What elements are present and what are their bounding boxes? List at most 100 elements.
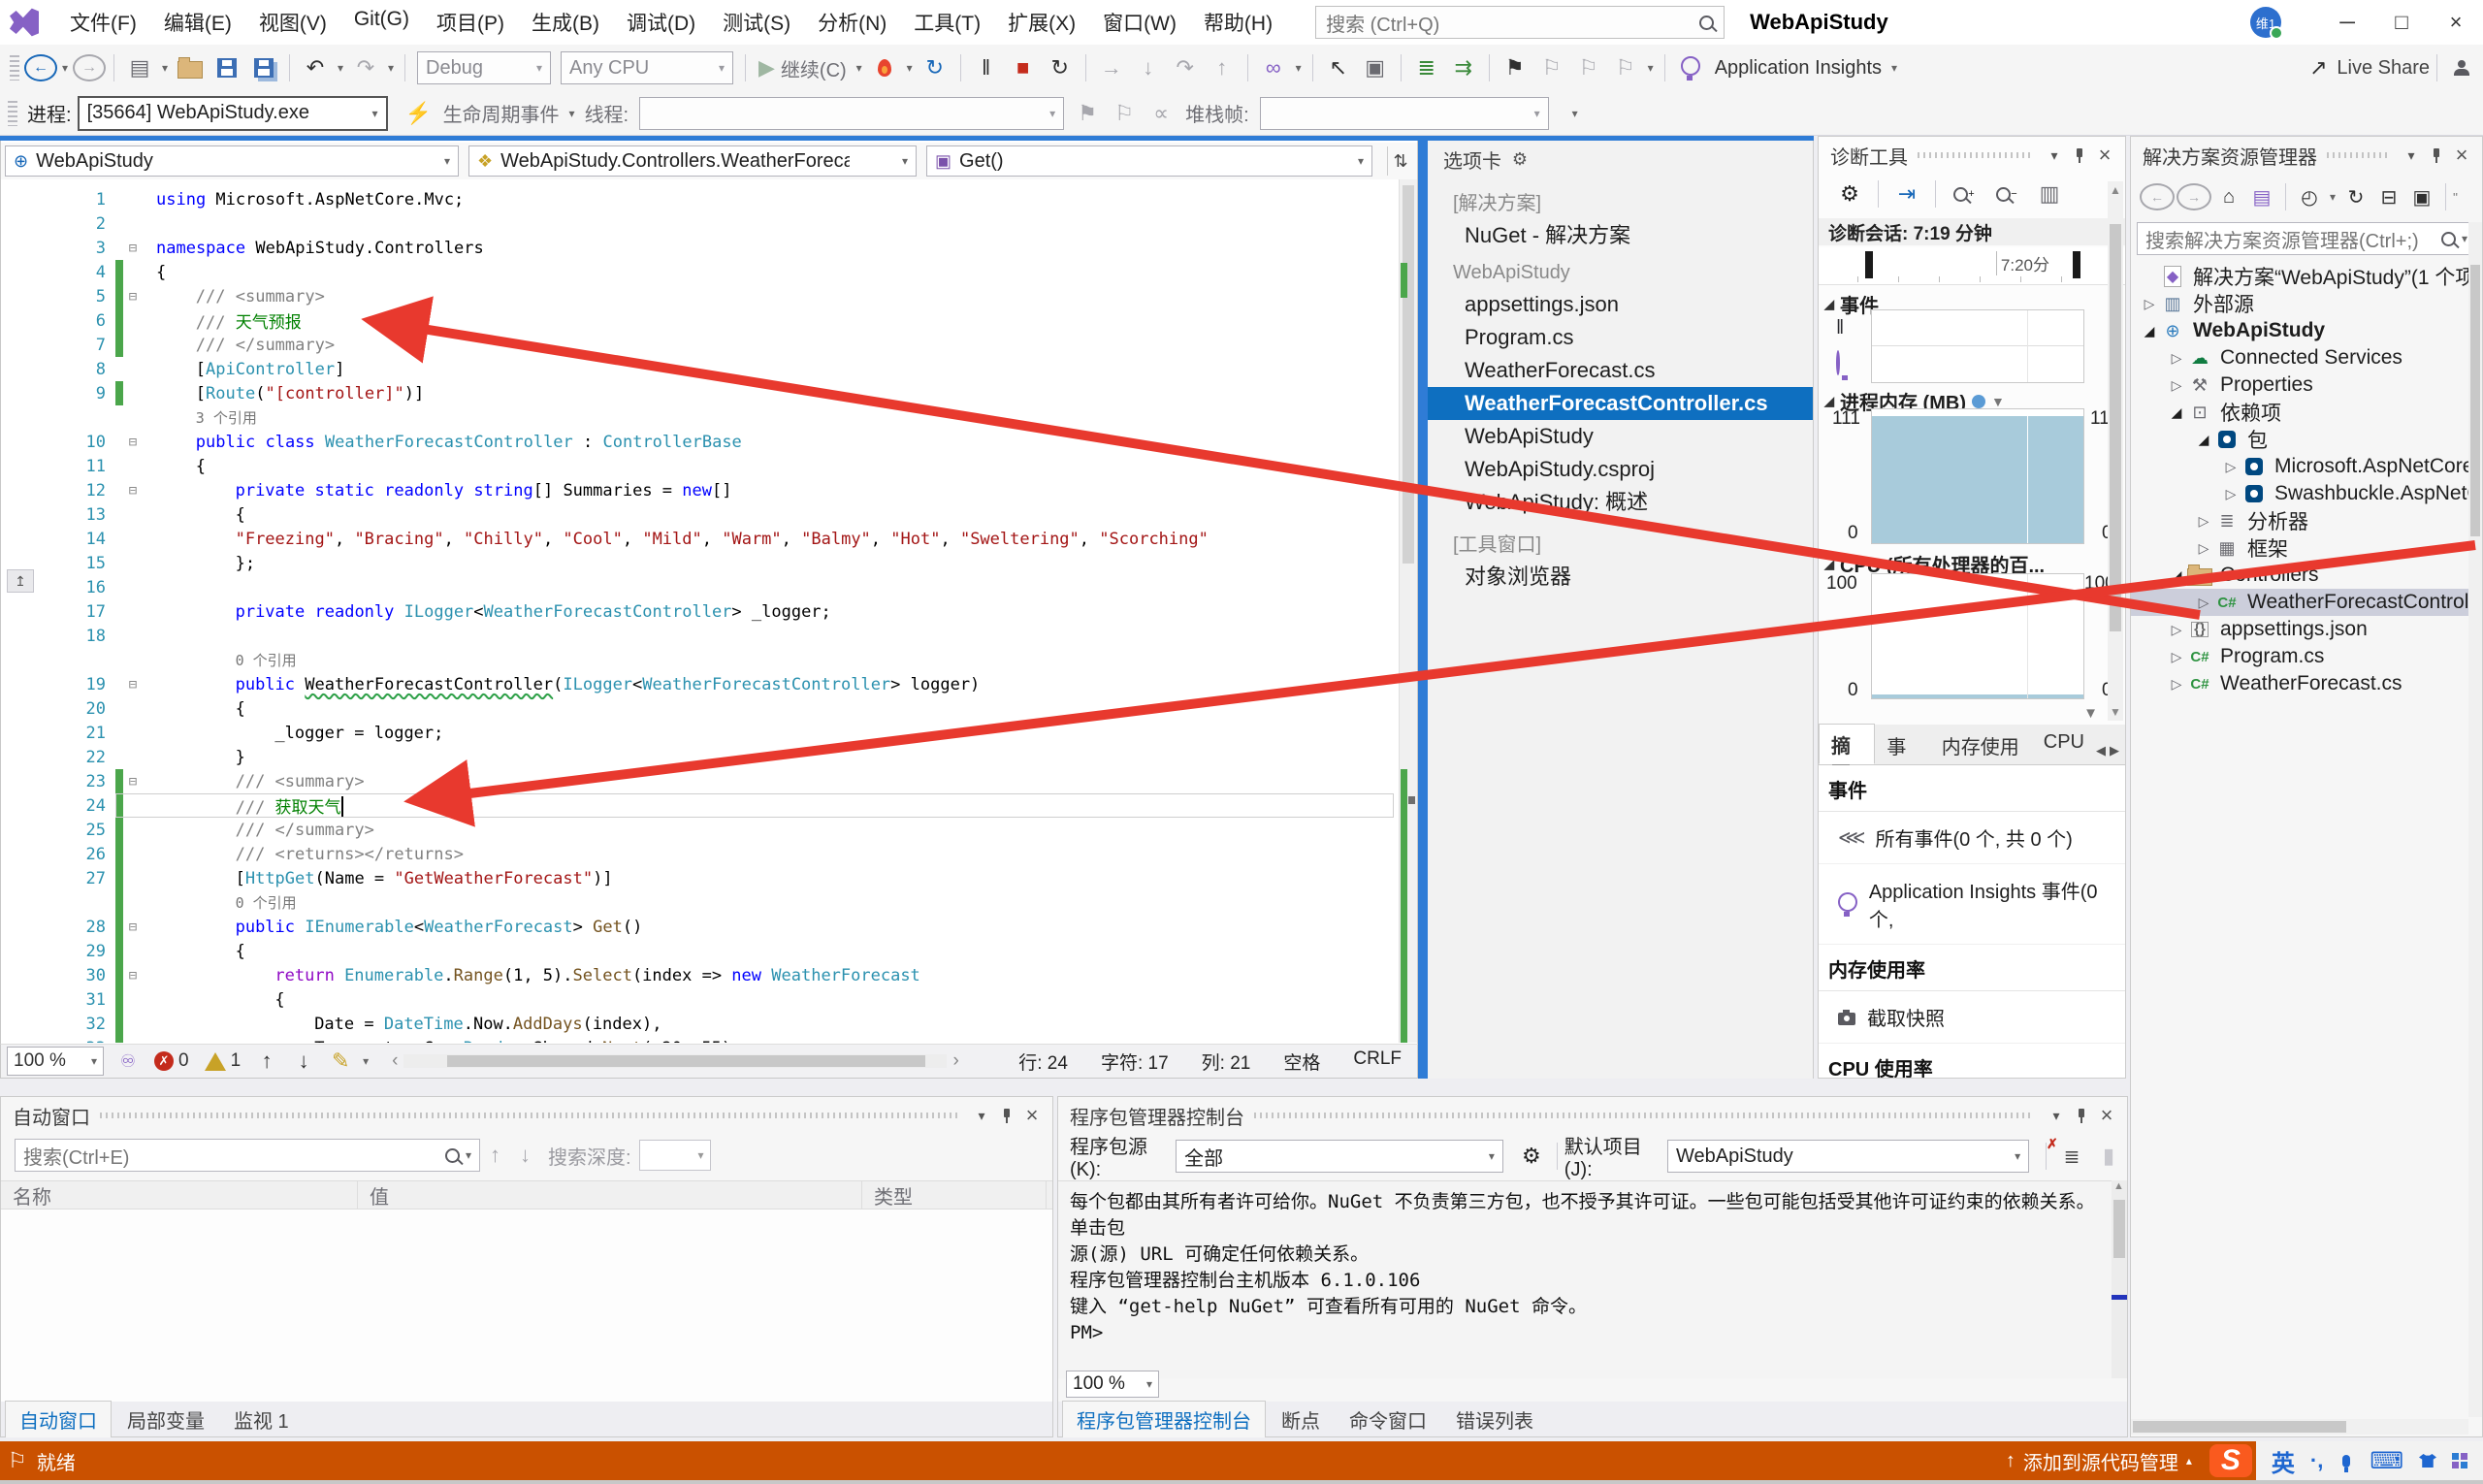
fold-marker[interactable]: ⊟ [123,435,143,450]
expand-closed-icon[interactable]: ▷ [2220,486,2241,502]
tree-item[interactable]: ▷ ⚒ Properties [2131,371,2468,399]
editor-horizontal-scrollbar[interactable] [403,1054,948,1068]
code-row[interactable]: 10 ⊟ public class WeatherForecastControlle… [1,430,1400,454]
codelens-row[interactable]: 3 个引用 [1,405,1400,430]
dropdown-icon[interactable]: ▾ [904,61,916,75]
document-tab[interactable]: WeatherForecastController.cs [1428,387,1813,420]
fold-marker[interactable]: ⊟ [123,483,143,499]
document-tab[interactable]: 对象浏览器 [1428,561,1813,594]
diagnostics-scrollbar[interactable]: ▲ ▼ [2108,181,2123,721]
dropdown-icon[interactable]: ▾ [1293,61,1305,75]
code-row[interactable]: 26 /// <returns></returns> [1,842,1400,866]
menu-item[interactable]: 文件(F) [56,8,150,37]
tree-item[interactable]: ◆ 解决方案“WebApiStudy”(1 个项目/共 [2131,263,2468,290]
format-selection-icon[interactable]: ⇉ [1446,51,1481,84]
fold-marker[interactable]: ⊟ [123,968,143,984]
step-into-icon[interactable]: ↓ [1131,51,1166,84]
code-row[interactable]: 13 { [1,502,1400,527]
stop-icon[interactable]: ■ [1006,51,1041,84]
pin-icon[interactable] [2067,143,2092,168]
code-row[interactable]: 14 "Freezing", "Bracing", "Chilly", "Cool… [1,527,1400,551]
code-row[interactable]: 6 /// 天气预报 [1,308,1400,333]
type-dropdown[interactable]: ❖ WebApiStudy.Controllers.WeatherForecas… [468,145,917,177]
tree-item[interactable]: ◢ Controllers [2131,562,2468,589]
code-row[interactable]: 23 ⊟ /// <summary> [1,769,1400,793]
search-down-icon[interactable]: ↓ [520,1143,531,1168]
expand-open-icon[interactable]: ◢ [2166,567,2187,584]
warning-count[interactable]: 1 [204,1050,241,1072]
navigate-back-icon[interactable]: ← [2140,183,2175,210]
quick-search-box[interactable]: 搜索 (Ctrl+Q) [1315,6,1725,39]
dropdown-icon[interactable]: ▾ [1888,61,1900,75]
summary-action-row[interactable]: 截取快照 [1819,991,2125,1044]
fold-marker[interactable]: ⊟ [123,919,143,935]
close-icon[interactable]: × [2449,143,2474,168]
next-bookmark-icon[interactable]: ⚐ [1571,51,1606,84]
expand-closed-icon[interactable]: ▷ [2166,676,2187,693]
chart-icon[interactable]: ▥ [2032,177,2067,210]
tree-item[interactable]: ▷ ▦ 框架 [2131,534,2468,562]
code-row[interactable]: 1 using Microsoft.AspNetCore.Mvc; [1,187,1400,211]
code-row[interactable]: 28 ⊟ public IEnumerable<WeatherForecast> G… [1,915,1400,939]
codelens-row[interactable]: 0 个引用 [1,890,1400,915]
navigate-forward-icon[interactable]: → [73,54,106,81]
code-row[interactable]: 15}; [1,551,1400,575]
menu-item[interactable]: 编辑(E) [150,8,245,37]
error-count[interactable]: ✗ 0 [154,1050,189,1072]
editor-vertical-scrollbar[interactable] [1399,179,1417,1043]
code-rows[interactable]: 1 using Microsoft.AspNetCore.Mvc; 2 3 ⊟ names… [1,179,1400,1043]
tree-item[interactable]: ▷ Microsoft.AspNetCore. [2131,453,2468,480]
code-row[interactable]: 7 /// </summary> [1,333,1400,357]
expand-closed-icon[interactable]: ▷ [2193,513,2214,530]
tree-item[interactable]: ◢ 包 [2131,426,2468,453]
tree-item[interactable]: ◢ ⊕ WebApiStudy [2131,317,2468,344]
code-cleanup-icon[interactable]: ✎ [323,1045,358,1078]
dropdown-icon[interactable]: ▾ [335,61,346,75]
gear-icon[interactable]: ⚙ [1514,1140,1549,1173]
mic-icon[interactable] [2342,1454,2351,1472]
restart-icon[interactable]: ↻ [1043,51,1078,84]
split-window-button[interactable]: ⇅ [1387,146,1413,176]
expand-open-icon[interactable]: ◢ [2166,404,2187,421]
code-row[interactable]: 27 [HttpGet(Name = "GetWeatherForecast")] [1,866,1400,890]
menu-item[interactable]: 项目(P) [423,8,518,37]
diagnostics-tab[interactable]: 内存使用率 [1930,726,2032,787]
fold-marker[interactable]: ⊟ [123,774,143,790]
undo-icon[interactable]: ↶ [298,51,333,84]
document-tab[interactable]: Program.cs [1428,321,1813,354]
add-to-source-control-button[interactable]: ↑ 添加到源代码管理 ▴ [1992,1441,2206,1480]
pin-icon[interactable] [2069,1103,2094,1128]
codelens-references[interactable]: 0 个引用 [236,894,297,912]
codelens-references[interactable]: 0 个引用 [236,652,297,669]
pmc-scrollbar[interactable]: ▲ [2112,1180,2127,1378]
menu-item[interactable]: 生成(B) [518,8,613,37]
history-icon[interactable]: ◴ [2294,180,2325,213]
export-icon[interactable]: ⇥ [1889,177,1924,210]
expand-closed-icon[interactable]: ▷ [2139,296,2160,312]
health-indicator-icon[interactable]: ♾ [111,1045,145,1078]
document-tab[interactable]: NuGet - 解决方案 [1428,219,1813,252]
pointer-icon[interactable]: ↖ [1321,51,1356,84]
menu-item[interactable]: 工具(T) [900,8,994,37]
expand-closed-icon[interactable]: ▷ [2166,377,2187,394]
grid-column-header[interactable]: 类型 [862,1181,1047,1209]
code-row[interactable]: 20 { [1,696,1400,721]
document-tab[interactable]: appsettings.json [1428,288,1813,321]
scrollbar-thumb[interactable] [1403,185,1414,564]
code-row[interactable]: 24 /// 获取天气 [1,793,1400,818]
hscroll-right-icon[interactable]: › [952,1050,958,1072]
sogou-ime-icon[interactable]: S [2209,1444,2252,1477]
app-insights-label[interactable]: Application Insights [1715,57,1882,80]
menu-item[interactable]: 分析(N) [804,8,900,37]
tool-window-tab[interactable]: 程序包管理器控制台 [1062,1401,1266,1437]
code-row[interactable]: 25 /// </summary> [1,818,1400,842]
clear-console-icon[interactable]: ≣ [2047,1136,2089,1173]
ime-grid-icon[interactable] [2452,1453,2467,1468]
default-project-combo[interactable]: WebApiStudy ▾ [1666,1140,2030,1173]
user-avatar[interactable]: 维1 [2250,7,2283,40]
gear-icon[interactable]: ⚙ [1507,146,1532,172]
code-row[interactable]: 30 ⊟ return Enumerable.Range(1, 5).Select(… [1,963,1400,987]
code-row[interactable]: 22} [1,745,1400,769]
pmc-zoom-combo[interactable]: 100 % ▾ [1066,1371,1159,1398]
tool-window-tab[interactable]: 命令窗口 [1336,1402,1440,1437]
